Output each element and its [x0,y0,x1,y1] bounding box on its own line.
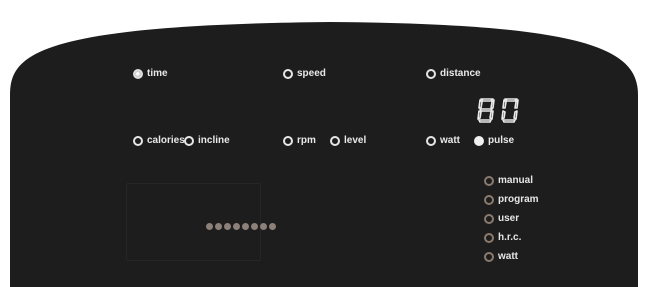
console-body [10,22,638,287]
indicator-label: pulse [488,135,515,146]
indicator-label: calories [147,135,185,146]
indicator-led-icon [133,135,143,146]
matrix-dot [224,223,231,230]
program-user[interactable]: user [484,213,519,224]
program-led-icon [484,194,494,205]
indicator-speed[interactable]: speed [283,68,326,79]
indicator-label: watt [440,135,460,146]
indicator-incline[interactable]: incline [184,135,230,146]
program-led-icon [484,213,494,224]
program-label: user [498,213,520,224]
indicator-led-icon [474,135,484,146]
matrix-dot [251,223,258,230]
indicator-led-icon [330,135,340,146]
indicator-level[interactable]: level [330,135,366,146]
indicator-led-icon [133,68,143,79]
indicator-label: distance [440,68,481,79]
indicator-rpm[interactable]: rpm [283,135,316,146]
matrix-dot [215,223,222,230]
program-label: manual [498,175,534,186]
program-label: h.r.c. [498,232,522,243]
indicator-label: rpm [297,135,316,146]
indicator-led-icon [283,135,293,146]
program-manual[interactable]: manual [484,175,533,186]
program-led-icon [484,251,494,262]
dot-matrix-display [126,183,261,261]
indicator-pulse[interactable]: pulse [474,135,514,146]
program-hrc[interactable]: h.r.c. [484,232,521,243]
matrix-dot-row [206,223,278,230]
program-label: watt [498,251,518,262]
matrix-dot [206,223,213,230]
program-led-icon [484,232,494,243]
indicator-led-icon [426,135,436,146]
seven-segment-display: 80 [477,98,519,123]
indicator-led-icon [283,68,293,79]
program-led-icon [484,175,494,186]
program-label: program [498,194,539,205]
indicator-calories[interactable]: calories [133,135,185,146]
console-panel: time speed distance 80 [0,0,645,287]
indicator-label: time [147,68,168,79]
program-program[interactable]: program [484,194,539,205]
indicator-label: incline [198,135,230,146]
indicator-led-icon [184,135,194,146]
program-watt[interactable]: watt [484,251,518,262]
matrix-dot [269,223,276,230]
indicator-label: speed [297,68,326,79]
indicator-time[interactable]: time [133,68,168,79]
matrix-dot [242,223,249,230]
indicator-label: level [344,135,367,146]
indicator-led-icon [426,68,436,79]
indicator-watt[interactable]: watt [426,135,460,146]
indicator-distance[interactable]: distance [426,68,481,79]
matrix-dot [260,223,267,230]
matrix-dot [233,223,240,230]
